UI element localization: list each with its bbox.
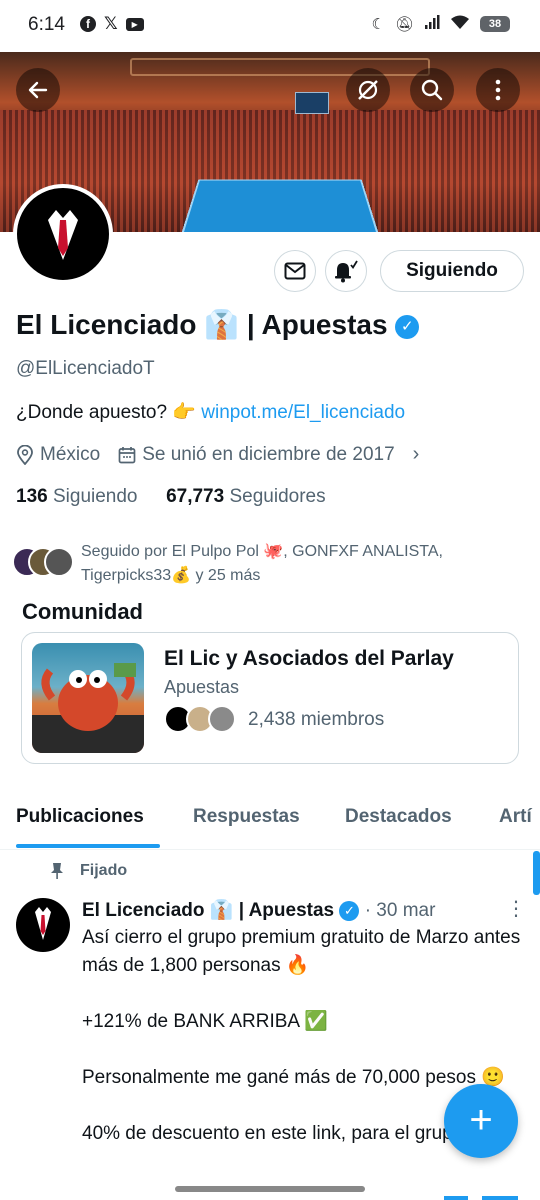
post-header: El Licenciado 👔 | Apuestas ✓ · 30 mar [82, 898, 435, 922]
envelope-icon [284, 262, 306, 280]
status-time: 6:14 [28, 14, 65, 35]
following-link[interactable]: 136 Siguiendo [16, 486, 138, 507]
following-count: 136 [16, 486, 48, 507]
profile-meta: México Se unió en diciembre de 2017 › [16, 443, 419, 466]
profile-name: El Licenciado 👔 | Apuestas ✓ [16, 308, 420, 341]
followers-count: 67,773 [166, 486, 225, 507]
member-avatar [208, 705, 236, 733]
profile-name-text: El Licenciado 👔 | Apuestas [16, 309, 388, 340]
following-label: Siguiendo [52, 486, 138, 507]
post-more-icon[interactable]: ⋮ [506, 896, 526, 921]
message-button[interactable] [274, 250, 316, 292]
bio-text: ¿Donde apuesto? 👉 [16, 402, 202, 423]
profile-tabs: Publicaciones Respuestas Destacados Artí [0, 790, 540, 850]
post-text-line: Así cierro el grupo premium gratuito de … [82, 927, 521, 976]
dnd-moon-icon: ☾ [371, 16, 385, 33]
pin-icon [51, 863, 63, 879]
follow-counts: 136 Siguiendo 67,773 Seguidores [16, 486, 326, 508]
followed-by-avatars[interactable] [12, 547, 76, 579]
notification-icons: f 𝕏 ▶ [80, 14, 144, 33]
search-icon [421, 79, 443, 101]
profile-joined-date: Se unió en diciembre de 2017 [142, 443, 395, 465]
system-icons: ☾ 🔕︎ 38 [371, 14, 510, 34]
more-options-button[interactable] [476, 68, 520, 112]
followers-link[interactable]: 67,773 Seguidores [166, 486, 326, 507]
following-button[interactable]: Siguiendo [380, 250, 524, 292]
post-author-name[interactable]: El Licenciado 👔 | Apuestas [82, 900, 334, 921]
bottom-accent [482, 1196, 518, 1200]
community-image [32, 643, 144, 753]
notifications-button[interactable] [325, 250, 367, 292]
back-button[interactable] [16, 68, 60, 112]
community-name: El Lic y Asociados del Parlay [164, 647, 454, 670]
bell-check-icon [335, 260, 358, 283]
tab-articles[interactable]: Artí [499, 806, 532, 828]
youtube-icon: ▶ [125, 18, 144, 31]
gesture-home-bar[interactable] [175, 1186, 365, 1192]
community-section-title: Comunidad [22, 599, 143, 624]
facebook-icon: f [80, 16, 96, 32]
bio-link[interactable]: winpot.me/El_licenciado [201, 402, 405, 423]
followers-label: Seguidores [229, 486, 326, 507]
profile-location: México [40, 443, 101, 465]
compose-button[interactable]: + [444, 1084, 518, 1158]
status-bar: 6:14 f 𝕏 ▶ ☾ 🔕︎ 38 [0, 0, 540, 52]
pinned-indicator: Fijado [50, 862, 127, 880]
community-member-avatars [164, 705, 240, 735]
scrollbar-thumb[interactable] [533, 851, 540, 895]
post-date[interactable]: · 30 mar [365, 900, 436, 921]
grok-button[interactable] [346, 68, 390, 112]
suit-tie-icon [48, 210, 78, 260]
search-button[interactable] [410, 68, 454, 112]
profile-avatar[interactable] [13, 184, 113, 284]
follower-avatar [44, 547, 74, 577]
post-author-avatar[interactable] [16, 898, 70, 952]
verified-badge-icon: ✓ [339, 901, 360, 921]
bottom-accent [444, 1196, 468, 1200]
battery-icon: 38 [480, 16, 510, 32]
wifi-icon [450, 14, 470, 34]
profile-handle: @ElLicenciadoT [16, 358, 155, 379]
plus-icon: + [469, 1098, 493, 1142]
active-tab-indicator [16, 844, 160, 848]
tab-replies[interactable]: Respuestas [193, 806, 300, 828]
x-icon: 𝕏 [104, 14, 118, 33]
verified-badge-icon: ✓ [395, 315, 420, 339]
profile-bio: ¿Donde apuesto? 👉 winpot.me/El_licenciad… [16, 400, 405, 424]
banner-court [179, 179, 381, 232]
location-pin-icon [17, 444, 33, 465]
post-text-line: Personalmente me gané más de 70,000 peso… [82, 1067, 505, 1088]
grok-icon [358, 80, 378, 100]
signal-icon [424, 14, 440, 34]
suit-tie-icon [35, 907, 51, 940]
community-category: Apuestas [164, 677, 240, 697]
calendar-icon [118, 446, 136, 463]
banner-roof [130, 58, 430, 76]
community-card[interactable]: El Lic y Asociados del Parlay Apuestas 2… [21, 632, 519, 764]
tab-posts[interactable]: Publicaciones [16, 806, 144, 828]
chevron-right-icon[interactable]: › [413, 443, 420, 466]
crab-cartoon-icon [32, 663, 144, 753]
more-vertical-icon [495, 79, 501, 101]
community-members: 2,438 miembros [248, 709, 385, 730]
tab-highlights[interactable]: Destacados [345, 806, 452, 828]
arrow-left-icon [28, 81, 48, 99]
post-text-line: +121% de BANK ARRIBA ✅ [82, 1011, 328, 1032]
pinned-label: Fijado [80, 862, 128, 879]
followed-by-text[interactable]: Seguido por El Pulpo Pol 🐙, GONFXF ANALI… [81, 540, 521, 588]
banner-scoreboard [295, 92, 329, 114]
mute-icon: 🔕︎ [394, 16, 414, 33]
